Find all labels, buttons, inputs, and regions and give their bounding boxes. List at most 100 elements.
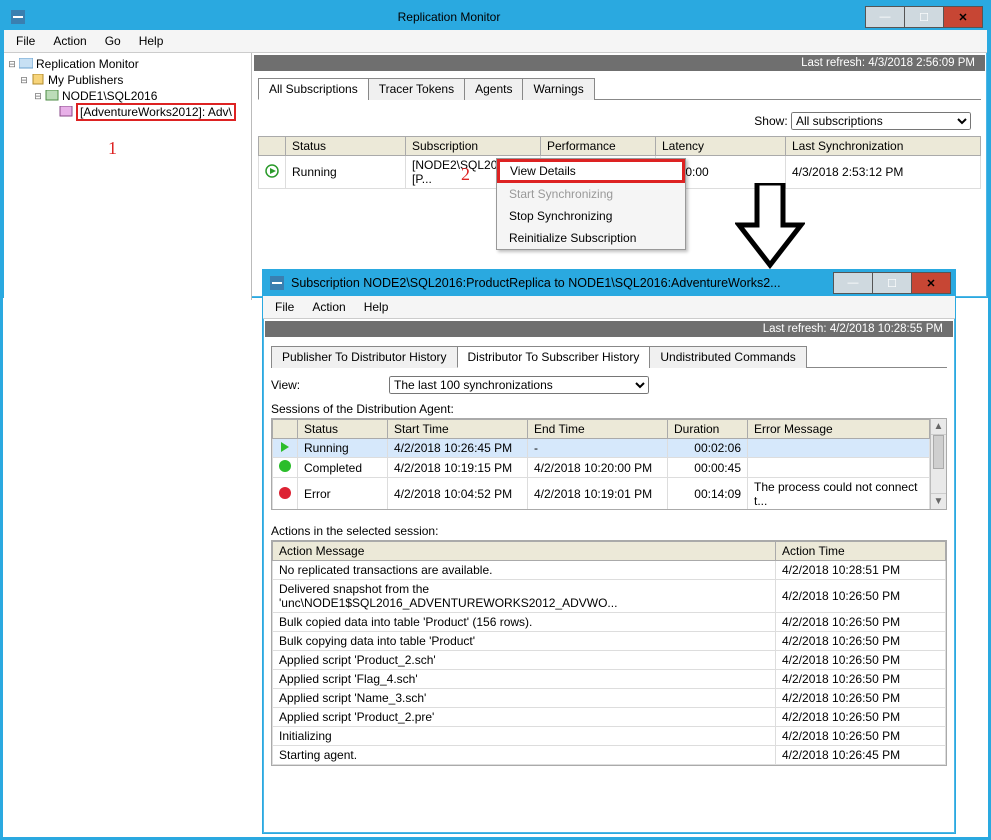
tree-publishers[interactable]: My Publishers xyxy=(48,73,123,87)
menu-help[interactable]: Help xyxy=(131,32,172,50)
col-start[interactable]: Start Time xyxy=(388,420,528,439)
publication-icon xyxy=(58,105,74,119)
cell-icon xyxy=(273,458,298,478)
table-row[interactable]: Starting agent.4/2/2018 10:26:45 PM xyxy=(273,746,946,765)
tree-toggle-icon[interactable]: ⊟ xyxy=(18,75,30,86)
tree-publication[interactable]: [AdventureWorks2012]: Adv\ xyxy=(80,105,232,119)
cell-start: 4/2/2018 10:19:15 PM xyxy=(388,458,528,478)
table-row[interactable]: Bulk copied data into table 'Product' (1… xyxy=(273,613,946,632)
scroll-down-icon[interactable]: ▼ xyxy=(931,493,946,509)
cell-action-message: Bulk copied data into table 'Product' (1… xyxy=(273,613,776,632)
scroll-thumb[interactable] xyxy=(933,435,944,469)
cell-end: - xyxy=(528,439,668,458)
detail-pane: Last refresh: 4/3/2018 2:56:09 PM All Su… xyxy=(252,53,987,300)
cell-action-message: Bulk copying data into table 'Product' xyxy=(273,632,776,651)
maximize-button[interactable] xyxy=(904,6,944,28)
monitor-icon xyxy=(18,57,34,71)
sub-maximize-button[interactable] xyxy=(872,272,912,294)
col-icon[interactable] xyxy=(273,420,298,439)
tab-pub-to-dist[interactable]: Publisher To Distributor History xyxy=(271,346,458,368)
sub-close-button[interactable] xyxy=(911,272,951,294)
col-subscription[interactable]: Subscription xyxy=(406,137,541,156)
cell-action-message: Applied script 'Product_2.pre' xyxy=(273,708,776,727)
view-select[interactable]: The last 100 synchronizations xyxy=(389,376,649,394)
menu-start-sync[interactable]: Start Synchronizing xyxy=(497,183,685,205)
menu-go[interactable]: Go xyxy=(97,32,129,50)
col-latency[interactable]: Latency xyxy=(656,137,786,156)
table-row[interactable]: Applied script 'Product_2.sch'4/2/2018 1… xyxy=(273,651,946,670)
sub-tabstrip: Publisher To Distributor History Distrib… xyxy=(271,345,947,368)
menu-view-details[interactable]: View Details xyxy=(497,159,685,183)
cell-status: Running xyxy=(298,439,388,458)
cell-status: Error xyxy=(298,478,388,511)
table-row[interactable]: Applied script 'Name_3.sch'4/2/2018 10:2… xyxy=(273,689,946,708)
table-row[interactable]: Delivered snapshot from the 'unc\NODE1$S… xyxy=(273,580,946,613)
col-performance[interactable]: Performance xyxy=(541,137,656,156)
tab-warnings[interactable]: Warnings xyxy=(522,78,594,100)
cell-status: Running xyxy=(286,156,406,189)
show-select[interactable]: All subscriptions xyxy=(791,112,971,130)
publishers-icon xyxy=(30,73,46,87)
table-header-row: Status Start Time End Time Duration Erro… xyxy=(273,420,930,439)
table-row[interactable]: Running4/2/2018 10:26:45 PM-00:02:06 xyxy=(273,439,930,458)
tree-root[interactable]: Replication Monitor xyxy=(36,57,139,71)
menu-action[interactable]: Action xyxy=(45,32,94,50)
cell-error xyxy=(748,458,930,478)
menu-reinit-sub[interactable]: Reinitialize Subscription xyxy=(497,227,685,249)
col-icon[interactable] xyxy=(259,137,286,156)
sub-window-titlebar[interactable]: Subscription NODE2\SQL2016:ProductReplic… xyxy=(263,270,955,296)
main-tabstrip: All Subscriptions Tracer Tokens Agents W… xyxy=(258,77,981,100)
tab-agents[interactable]: Agents xyxy=(464,78,523,100)
sessions-table[interactable]: Status Start Time End Time Duration Erro… xyxy=(272,419,930,510)
actions-table-wrap: Action Message Action Time No replicated… xyxy=(271,540,947,766)
cell-end: 4/2/2018 10:19:01 PM xyxy=(528,478,668,511)
table-row[interactable]: Applied script 'Flag_4.sch'4/2/2018 10:2… xyxy=(273,670,946,689)
col-action-time[interactable]: Action Time xyxy=(776,542,946,561)
tab-dist-to-sub[interactable]: Distributor To Subscriber History xyxy=(457,346,651,368)
col-action-message[interactable]: Action Message xyxy=(273,542,776,561)
annotation-1: 1 xyxy=(108,138,117,159)
cell-error: The process could not connect t... xyxy=(748,478,930,511)
table-row[interactable]: No replicated transactions are available… xyxy=(273,561,946,580)
table-row[interactable]: Initializing4/2/2018 10:26:50 PM xyxy=(273,727,946,746)
col-status[interactable]: Status xyxy=(286,137,406,156)
sub-menu-action[interactable]: Action xyxy=(304,298,353,316)
sub-menu-help[interactable]: Help xyxy=(356,298,397,316)
tree-toggle-icon[interactable]: ⊟ xyxy=(32,91,44,102)
sessions-table-wrap: Status Start Time End Time Duration Erro… xyxy=(271,418,947,510)
col-last-sync[interactable]: Last Synchronization xyxy=(786,137,981,156)
cell-action-time: 4/2/2018 10:26:50 PM xyxy=(776,689,946,708)
cell-status: Completed xyxy=(298,458,388,478)
tree-pane[interactable]: ⊟ Replication Monitor ⊟ My Publishers ⊟ … xyxy=(4,53,252,300)
table-row[interactable]: Applied script 'Product_2.pre'4/2/2018 1… xyxy=(273,708,946,727)
actions-table[interactable]: Action Message Action Time No replicated… xyxy=(272,541,946,765)
cell-start: 4/2/2018 10:04:52 PM xyxy=(388,478,528,511)
arrow-down-icon xyxy=(735,183,805,269)
cell-action-message: Applied script 'Flag_4.sch' xyxy=(273,670,776,689)
menu-file[interactable]: File xyxy=(8,32,43,50)
tab-all-subscriptions[interactable]: All Subscriptions xyxy=(258,78,369,100)
close-button[interactable] xyxy=(943,6,983,28)
sub-menu-file[interactable]: File xyxy=(267,298,302,316)
col-duration[interactable]: Duration xyxy=(668,420,748,439)
tree-server[interactable]: NODE1\SQL2016 xyxy=(62,89,157,103)
window-titlebar[interactable]: Replication Monitor xyxy=(4,4,987,30)
table-header-row: Status Subscription Performance Latency … xyxy=(259,137,981,156)
table-row[interactable]: Completed4/2/2018 10:19:15 PM4/2/2018 10… xyxy=(273,458,930,478)
col-end[interactable]: End Time xyxy=(528,420,668,439)
table-row[interactable]: Error4/2/2018 10:04:52 PM4/2/2018 10:19:… xyxy=(273,478,930,511)
col-error[interactable]: Error Message xyxy=(748,420,930,439)
cell-icon xyxy=(273,478,298,511)
scroll-up-icon[interactable]: ▲ xyxy=(931,419,946,435)
sub-minimize-button[interactable] xyxy=(833,272,873,294)
tree-toggle-icon[interactable]: ⊟ xyxy=(6,59,18,70)
col-status[interactable]: Status xyxy=(298,420,388,439)
menu-stop-sync[interactable]: Stop Synchronizing xyxy=(497,205,685,227)
tab-tracer-tokens[interactable]: Tracer Tokens xyxy=(368,78,465,100)
sessions-scrollbar[interactable]: ▲ ▼ xyxy=(930,419,946,509)
table-row[interactable]: Bulk copying data into table 'Product'4/… xyxy=(273,632,946,651)
minimize-button[interactable] xyxy=(865,6,905,28)
app-icon xyxy=(10,9,26,25)
tree-publication-highlighted[interactable]: [AdventureWorks2012]: Adv\ xyxy=(76,103,236,121)
tab-undist-cmds[interactable]: Undistributed Commands xyxy=(649,346,806,368)
